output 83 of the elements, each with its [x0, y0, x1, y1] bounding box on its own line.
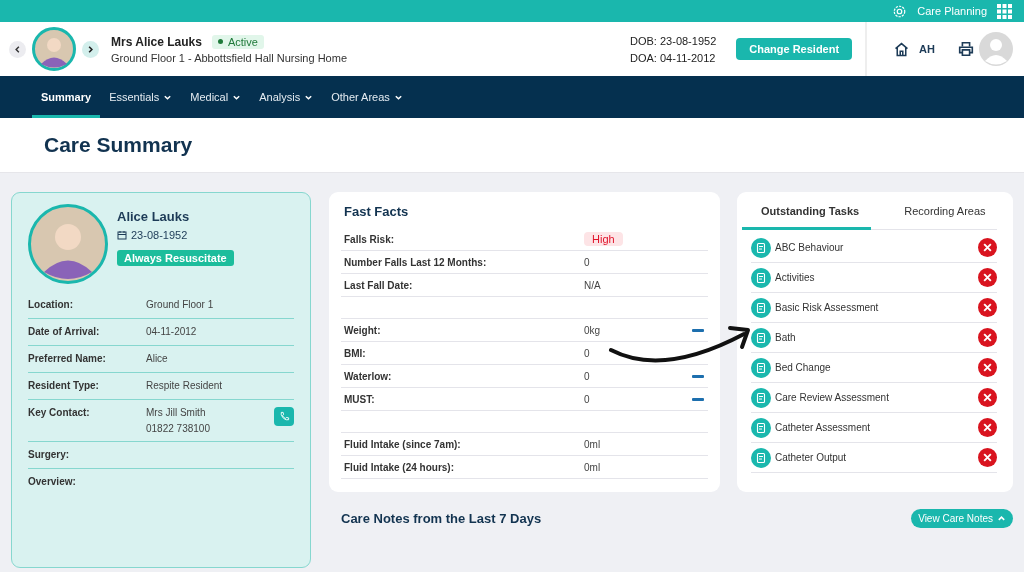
- task-item[interactable]: Catheter Assessment: [775, 422, 871, 433]
- fact-label: BMI:: [344, 347, 367, 359]
- fact-value: 0: [584, 256, 590, 268]
- card-title: Fast Facts: [344, 204, 410, 219]
- previous-button[interactable]: [9, 40, 26, 58]
- date-of-birth: DOB: 23-08-1952: [630, 34, 717, 47]
- nav-tab[interactable]: Other Areas: [322, 76, 412, 118]
- field-label: Preferred Name:: [28, 353, 107, 364]
- fact-label: MUST:: [344, 393, 376, 405]
- clipboard-icon: [751, 357, 771, 378]
- next-button[interactable]: [82, 40, 99, 58]
- field-label: Date of Arrival:: [28, 326, 101, 337]
- caret-icon: [997, 514, 1006, 523]
- close-icon[interactable]: [978, 238, 997, 257]
- clipboard-icon: [751, 267, 771, 288]
- field-value: Ground Floor 1: [146, 299, 214, 310]
- clipboard-icon: [751, 327, 771, 348]
- close-icon[interactable]: [978, 448, 997, 467]
- close-icon[interactable]: [978, 388, 997, 407]
- fact-label: Weight:: [344, 324, 382, 336]
- phone-icon: [278, 411, 290, 422]
- care-notes-title: Care Notes from the Last 7 Days: [341, 511, 542, 526]
- task-item[interactable]: Catheter Output: [775, 452, 847, 463]
- resuscitate-badge: Always Resuscitate: [117, 250, 234, 266]
- clipboard-icon: [751, 297, 771, 318]
- chevron-right-icon: [86, 44, 95, 54]
- resident-name: Mrs Alice Lauks: [111, 34, 202, 49]
- calendar-icon: [117, 230, 127, 240]
- task-item[interactable]: Bed Change: [775, 362, 831, 373]
- nav-tab[interactable]: Essentials: [100, 76, 182, 118]
- field-label: Overview:: [28, 476, 77, 487]
- fact-label: Waterlow:: [344, 370, 393, 382]
- fact-value: N/A: [584, 279, 601, 291]
- clipboard-icon: [751, 237, 771, 258]
- clipboard-icon: [751, 417, 771, 438]
- fact-value: 0kg: [584, 324, 601, 336]
- panel-tab[interactable]: Recording Areas: [885, 196, 998, 230]
- field-value: Mrs Jill Smith: [146, 407, 207, 418]
- fact-label: Fluid Intake (24 hours):: [344, 461, 455, 473]
- fact-label: Number Falls Last 12 Months:: [344, 256, 488, 268]
- fact-value: 0: [584, 393, 590, 405]
- panel-tab[interactable]: Outstanding Tasks: [742, 196, 872, 230]
- page-title: Care Summary: [44, 133, 193, 157]
- nav-tab[interactable]: Analysis: [250, 76, 323, 118]
- task-item[interactable]: Activities: [775, 272, 815, 283]
- close-icon[interactable]: [978, 328, 997, 347]
- task-item[interactable]: Basic Risk Assessment: [775, 302, 879, 313]
- user-initials[interactable]: AH: [919, 43, 935, 55]
- field-label: Surgery:: [28, 449, 71, 460]
- fact-value: 0: [584, 370, 590, 382]
- fact-value: 0ml: [584, 461, 601, 473]
- task-item[interactable]: Bath: [775, 332, 796, 343]
- field-label: Location:: [28, 299, 74, 310]
- resident-location: Ground Floor 1 - Abbottsfield Hall Nursing Home: [111, 51, 347, 64]
- print-icon[interactable]: [957, 40, 975, 58]
- phone-number: 01822 738100: [146, 423, 210, 434]
- task-item[interactable]: Care Review Assessment: [775, 392, 889, 403]
- fact-label: Fluid Intake (since 7am):: [344, 438, 462, 450]
- risk-badge: High: [584, 232, 623, 246]
- close-icon[interactable]: [978, 358, 997, 377]
- clipboard-icon: [751, 447, 771, 468]
- field-value: Alice: [146, 353, 168, 364]
- field-value: Respite Resident: [146, 380, 223, 391]
- fact-label: Last Fall Date:: [344, 279, 414, 291]
- date-of-arrival: DOA: 04-11-2012: [630, 51, 717, 64]
- fact-value: 0ml: [584, 438, 601, 450]
- field-label: Key Contact:: [28, 407, 91, 418]
- clipboard-icon: [751, 387, 771, 408]
- field-value: 04-11-2012: [146, 326, 197, 337]
- chevron-left-icon: [13, 44, 22, 54]
- profile-name: Alice Lauks: [117, 209, 190, 224]
- close-icon[interactable]: [978, 298, 997, 317]
- profile-dob: 23-08-1952: [131, 229, 188, 241]
- home-icon[interactable]: [893, 40, 911, 58]
- resident-avatar: [32, 27, 76, 71]
- task-item[interactable]: ABC Behaviour: [775, 242, 844, 253]
- nav-tab[interactable]: Medical: [181, 76, 251, 118]
- fact-value: 0: [584, 347, 590, 359]
- fact-label: Falls Risk:: [344, 233, 396, 245]
- close-icon[interactable]: [978, 418, 997, 437]
- field-label: Resident Type:: [28, 380, 100, 391]
- close-icon[interactable]: [978, 268, 997, 287]
- status-badge: Active: [211, 34, 264, 49]
